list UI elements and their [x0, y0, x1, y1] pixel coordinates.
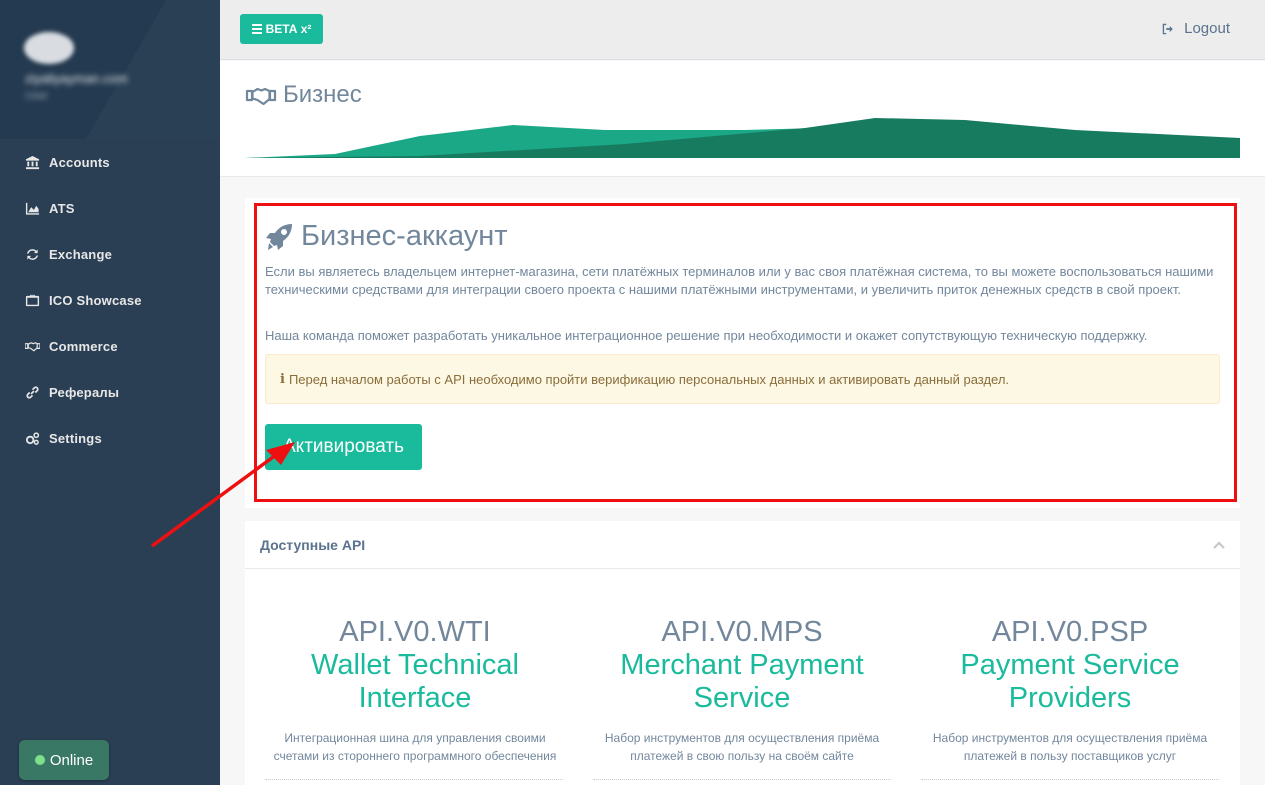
sign-out-icon: [1162, 23, 1173, 34]
available-api-panel: Доступные API API.V0.WTI Wallet Technica…: [245, 521, 1240, 785]
page-title: Бизнес: [245, 81, 362, 109]
panel-header: Доступные API: [245, 521, 1240, 569]
briefcase-icon: [24, 293, 40, 307]
page-header: Бизнес: [220, 61, 1265, 177]
api-code: API.V0.WTI: [339, 616, 491, 648]
sidebar-item-ats[interactable]: ATS: [0, 185, 220, 231]
api-name[interactable]: Merchant Payment Service: [592, 649, 892, 715]
sidebar-item-label: Exchange: [49, 246, 113, 262]
area-chart-icon: [24, 201, 40, 215]
api-name[interactable]: Wallet Technical Interface: [265, 649, 565, 715]
sidebar: ziyaliyayman.com User Accounts ATS Excha…: [0, 0, 220, 785]
handshake-icon: [245, 87, 277, 106]
sidebar-item-referrals[interactable]: Рефералы: [0, 369, 220, 415]
beta-label: BETA: [265, 22, 298, 36]
logout-label: Logout: [1184, 20, 1230, 37]
divider: [265, 779, 563, 780]
menu-bars-icon: [251, 22, 262, 36]
sidebar-item-label: Рефералы: [49, 384, 120, 400]
online-dot-icon: [34, 755, 45, 765]
api-code: API.V0.MPS: [661, 616, 823, 648]
api-card-psp: API.V0.PSP Payment Service Providers Наб…: [920, 615, 1220, 765]
sidebar-item-label: Commerce: [49, 338, 118, 354]
profile-email: ziyaliyayman.com: [25, 71, 128, 86]
sidebar-item-commerce[interactable]: Commerce: [0, 323, 220, 369]
sidebar-item-label: ICO Showcase: [49, 292, 142, 308]
gears-icon: [24, 431, 40, 445]
api-description: Интеграционная шина для управления своим…: [273, 731, 557, 763]
profile-role[interactable]: User: [25, 90, 48, 102]
panel-title: Доступные API: [260, 537, 366, 553]
api-description: Набор инструментов для осуществления при…: [932, 731, 1208, 763]
bank-icon: [24, 155, 40, 169]
sidebar-item-ico-showcase[interactable]: ICO Showcase: [0, 277, 220, 323]
api-code: API.V0.PSP: [991, 616, 1149, 648]
handshake-icon: [24, 339, 40, 353]
refresh-icon: [24, 247, 40, 261]
sidebar-item-exchange[interactable]: Exchange: [0, 231, 220, 277]
chevron-up-icon[interactable]: [1213, 539, 1225, 551]
sidebar-item-label: Accounts: [49, 154, 110, 170]
page-title-text: Бизнес: [283, 81, 362, 108]
online-status-button[interactable]: Online: [19, 740, 109, 780]
link-icon: [24, 385, 40, 399]
online-label: Online: [49, 751, 94, 769]
sidebar-item-label: ATS: [49, 200, 75, 216]
api-card-wti: API.V0.WTI Wallet Technical Interface Ин…: [265, 615, 565, 765]
profile-decoration: [62, 0, 220, 139]
beta-menu-toggle-button[interactable]: BETA x²: [240, 14, 323, 44]
highlight-frame: [254, 203, 1237, 502]
sidebar-item-accounts[interactable]: Accounts: [0, 139, 220, 185]
top-navbar: BETA x² Logout: [220, 0, 1265, 60]
profile-panel: ziyaliyayman.com User: [0, 0, 220, 139]
avatar[interactable]: [24, 32, 74, 64]
api-card-mps: API.V0.MPS Merchant Payment Service Набо…: [592, 615, 892, 765]
sidebar-menu: Accounts ATS Exchange ICO Showcase Comme…: [0, 139, 220, 461]
api-name[interactable]: Payment Service Providers: [920, 649, 1220, 715]
beta-sup: x²: [300, 22, 312, 36]
divider: [593, 779, 891, 780]
logout-link[interactable]: Logout: [1161, 20, 1230, 37]
header-wave-decoration: [245, 118, 1240, 158]
api-description: Набор инструментов для осуществления при…: [604, 731, 880, 763]
sidebar-item-label: Settings: [49, 430, 102, 446]
divider: [921, 779, 1219, 780]
